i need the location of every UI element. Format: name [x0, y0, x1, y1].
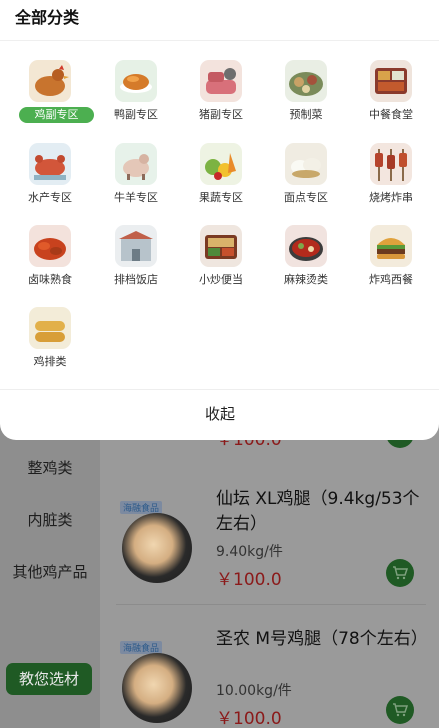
- category-label: 烧烤炸串: [369, 191, 413, 204]
- product-title: 圣农 M号鸡腿（78个左右）: [216, 629, 428, 649]
- product-image: [122, 513, 192, 583]
- cart-icon: [393, 703, 408, 717]
- category-label: 小炒便当: [199, 273, 243, 286]
- category-hotpot[interactable]: 麻辣烫类: [263, 225, 349, 291]
- cattle-sheep-icon: [115, 143, 157, 185]
- category-label: 果蔬专区: [199, 191, 243, 204]
- divider: [116, 604, 426, 605]
- divider: [0, 40, 439, 41]
- braised-food-icon: [29, 225, 71, 267]
- panel-title: 全部分类: [15, 8, 80, 27]
- category-seafood[interactable]: 水产专区: [7, 143, 93, 209]
- category-label: 卤味熟食: [28, 273, 72, 286]
- add-to-cart-button[interactable]: [386, 559, 414, 587]
- category-label: 中餐食堂: [369, 108, 413, 121]
- category-label: 鸡副专区: [19, 107, 94, 123]
- burger-icon: [370, 225, 412, 267]
- skewer-icon: [370, 143, 412, 185]
- stir-fry-icon: [200, 225, 242, 267]
- restaurant-icon: [115, 225, 157, 267]
- category-stir-fry[interactable]: 小炒便当: [178, 225, 264, 291]
- hotpot-icon: [285, 225, 327, 267]
- category-chicken-cutlet[interactable]: 鸡排类: [7, 307, 93, 373]
- product-price: ￥100.0: [216, 570, 282, 590]
- product-spec: 9.40kg/件: [216, 544, 283, 560]
- category-fruit-veg[interactable]: 果蔬专区: [178, 143, 264, 209]
- category-label: 猪副专区: [199, 108, 243, 121]
- divider: [0, 389, 439, 390]
- category-label: 麻辣烫类: [284, 273, 328, 286]
- category-restaurant[interactable]: 排档饭店: [93, 225, 179, 291]
- category-chicken[interactable]: 鸡副专区: [7, 60, 94, 126]
- category-bento[interactable]: 中餐食堂: [348, 60, 434, 126]
- category-skewer[interactable]: 烧烤炸串: [348, 143, 434, 209]
- pork-icon: [200, 60, 242, 102]
- product-image: [122, 653, 192, 723]
- bento-icon: [370, 60, 412, 102]
- category-label: 预制菜: [289, 108, 323, 121]
- duck-icon: [115, 60, 157, 102]
- category-pork[interactable]: 猪副专区: [178, 60, 264, 126]
- category-duck[interactable]: 鸭副专区: [93, 60, 179, 126]
- category-label: 牛羊专区: [114, 191, 158, 204]
- collapse-button[interactable]: 收起: [170, 403, 270, 424]
- fruit-veg-icon: [200, 143, 242, 185]
- product-price: ￥100.0: [216, 709, 282, 728]
- bun-icon: [285, 143, 327, 185]
- category-cattle-sheep[interactable]: 牛羊专区: [93, 143, 179, 209]
- chicken-icon: [29, 60, 71, 102]
- category-label: 排档饭店: [114, 273, 158, 286]
- seafood-icon: [29, 143, 71, 185]
- all-categories-panel: 全部分类 鸡副专区 鸭副专区 猪副专区 预制菜 中餐食堂 水产专区 牛羊专区 果…: [0, 0, 439, 440]
- category-bun[interactable]: 面点专区: [263, 143, 349, 209]
- category-label: 炸鸡西餐: [369, 273, 413, 286]
- cart-icon: [393, 566, 408, 580]
- category-label: 鸭副专区: [114, 108, 158, 121]
- category-label: 鸡排类: [33, 355, 67, 368]
- category-braised[interactable]: 卤味熟食: [7, 225, 93, 291]
- sidebar-item-other-chicken[interactable]: 其他鸡产品: [0, 561, 100, 582]
- prepared-dish-icon: [285, 60, 327, 102]
- product-title: 仙坛 XL鸡腿（9.4kg/53个左右）: [216, 489, 420, 534]
- category-burger[interactable]: 炸鸡西餐: [348, 225, 434, 291]
- sidebar-item-offal[interactable]: 内脏类: [0, 509, 100, 530]
- category-label: 面点专区: [284, 191, 328, 204]
- sidebar-item-whole-chicken[interactable]: 整鸡类: [0, 457, 100, 478]
- add-to-cart-button[interactable]: [386, 696, 414, 724]
- product-card[interactable]: 海融食品 仙坛 XL鸡腿（9.4kg/53个左右） 9.40kg/件 ￥100.…: [100, 480, 439, 600]
- chicken-cutlet-icon: [29, 307, 71, 349]
- guide-button[interactable]: 教您选材: [6, 663, 92, 695]
- category-prepared[interactable]: 预制菜: [263, 60, 349, 126]
- category-label: 水产专区: [28, 191, 72, 204]
- product-card[interactable]: 海融食品 圣农 M号鸡腿（78个左右） 10.00kg/件 ￥100.0: [100, 620, 439, 728]
- product-spec: 10.00kg/件: [216, 683, 292, 699]
